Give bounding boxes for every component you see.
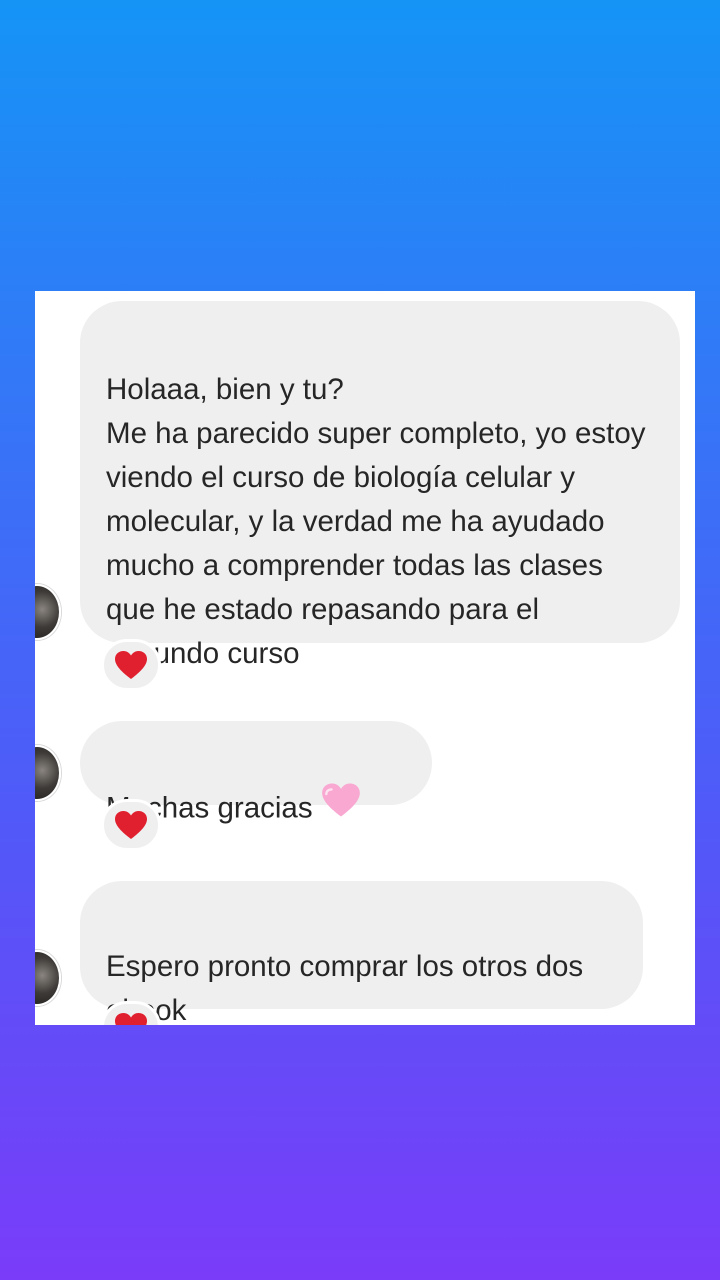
message-bubble-2[interactable]: Muchas gracias: [80, 721, 432, 824]
message-reaction[interactable]: [101, 799, 161, 851]
red-heart-icon: [114, 650, 148, 680]
message-reaction[interactable]: [101, 639, 161, 691]
sender-avatar[interactable]: [35, 584, 61, 640]
sender-avatar[interactable]: [35, 950, 61, 1006]
red-heart-icon: [114, 810, 148, 840]
message-bubble-1[interactable]: Holaaa, bien y tu? Me ha parecido super …: [80, 301, 680, 670]
message-bubble-3[interactable]: Espero pronto comprar los otros dos eboo…: [80, 881, 643, 1025]
red-heart-icon: [114, 1012, 148, 1025]
pink-heart-icon: [321, 782, 361, 831]
sender-avatar[interactable]: [35, 745, 61, 801]
chat-screenshot-card: Holaaa, bien y tu? Me ha parecido super …: [35, 291, 695, 1025]
message-text: Espero pronto comprar los otros dos eboo…: [106, 950, 584, 1025]
message-text: Holaaa, bien y tu? Me ha parecido super …: [106, 373, 646, 670]
